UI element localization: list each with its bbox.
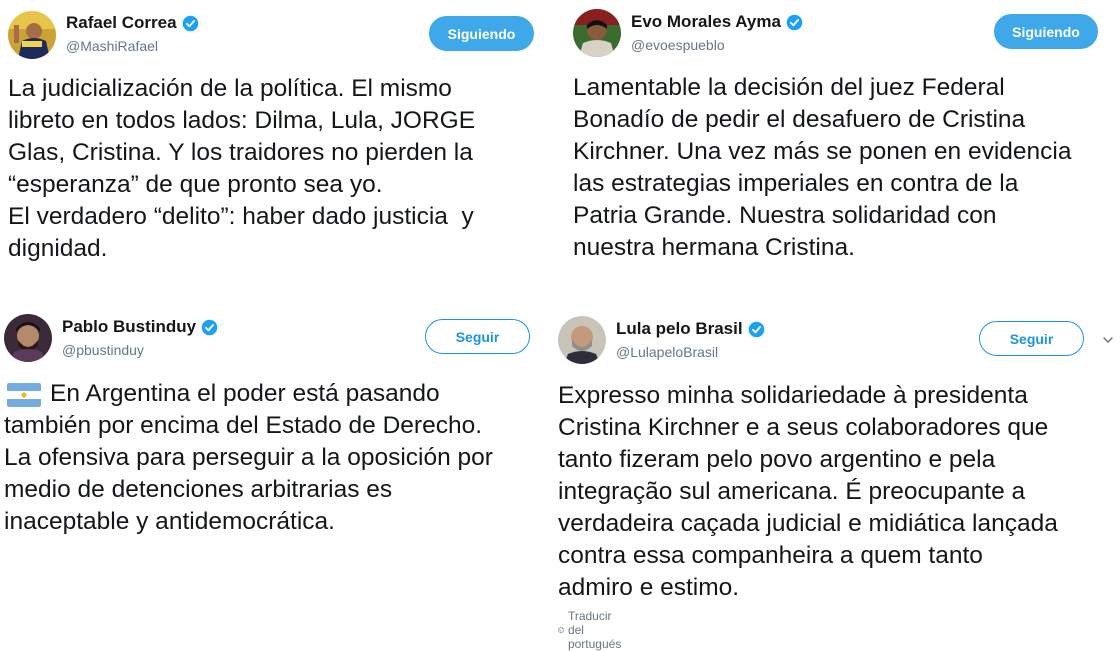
- verified-badge-icon: [201, 319, 218, 335]
- avatar[interactable]: [573, 9, 621, 57]
- display-name[interactable]: Rafael Correa: [66, 13, 199, 33]
- tweet-text: Lamentable la decisión del juez Federal …: [573, 74, 1072, 261]
- following-button[interactable]: Siguiendo: [429, 16, 534, 51]
- verified-badge-icon: [182, 15, 198, 31]
- avatar[interactable]: [8, 11, 56, 59]
- handle[interactable]: @pbustinduy: [62, 342, 144, 358]
- translate-label[interactable]: Traducir del portugués: [568, 609, 627, 651]
- translate-link[interactable]: Traducir del portugués: [558, 609, 627, 651]
- chevron-down-icon[interactable]: [1102, 334, 1114, 346]
- handle[interactable]: @LulapeloBrasil: [616, 344, 718, 360]
- avatar[interactable]: [4, 314, 52, 362]
- follow-button[interactable]: Seguir: [979, 321, 1084, 356]
- handle[interactable]: @MashiRafael: [66, 38, 158, 54]
- display-name[interactable]: Pablo Bustinduy: [62, 317, 218, 337]
- follow-button[interactable]: Seguir: [425, 319, 530, 354]
- display-name-text[interactable]: Pablo Bustinduy: [62, 317, 196, 337]
- tweet-text: Expresso minha solidariedade à president…: [558, 382, 1058, 601]
- avatar[interactable]: [558, 316, 606, 364]
- verified-badge-icon: [748, 321, 764, 337]
- display-name-text[interactable]: Rafael Correa: [66, 13, 177, 33]
- verified-badge-icon: [786, 14, 803, 30]
- handle[interactable]: @evoespueblo: [631, 37, 725, 53]
- display-name[interactable]: Evo Morales Ayma: [631, 12, 803, 32]
- following-button[interactable]: Siguiendo: [994, 14, 1098, 49]
- tweet-text: La judicialización de la política. El mi…: [8, 75, 476, 262]
- globe-icon: [558, 627, 564, 633]
- tweet-text: En Argentina el poder está pasando tambi…: [4, 380, 493, 535]
- display-name-text[interactable]: Lula pelo Brasil: [616, 319, 743, 339]
- display-name-text[interactable]: Evo Morales Ayma: [631, 12, 781, 32]
- display-name[interactable]: Lula pelo Brasil: [616, 319, 765, 339]
